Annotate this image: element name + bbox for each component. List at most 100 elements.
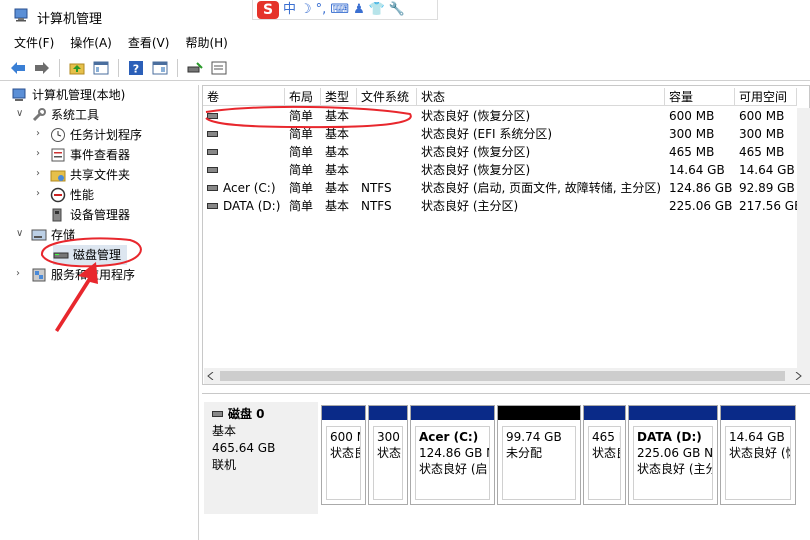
- table-row[interactable]: DATA (D:) 简单 基本 NTFS 状态良好 (主分区) 225.06 G…: [203, 197, 797, 215]
- sogou-logo-icon[interactable]: S: [257, 0, 279, 19]
- volume-layout: 简单: [289, 127, 314, 141]
- ime-moon-icon[interactable]: ☽: [300, 1, 312, 19]
- partition-block[interactable]: Acer (C:) 124.86 GB N 状态良好 (启: [410, 405, 495, 505]
- column-header-free-space[interactable]: 可用空间: [735, 88, 797, 106]
- ime-keyboard-icon[interactable]: ⌨: [330, 1, 349, 19]
- ime-punctuation-icon[interactable]: °,: [316, 1, 327, 19]
- volume-filesystem: NTFS: [361, 199, 392, 213]
- partition-bar: [721, 406, 795, 420]
- chevron-right-icon[interactable]: ›: [36, 188, 40, 199]
- partition-block[interactable]: 600 M 状态良: [321, 405, 366, 505]
- up-level-button[interactable]: [67, 58, 87, 78]
- ime-skin-icon[interactable]: 👕: [369, 1, 385, 19]
- volume-icon: [207, 184, 218, 191]
- volume-status: 状态良好 (EFI 系统分区): [421, 127, 553, 141]
- toolbar-separator: [177, 58, 178, 77]
- volume-layout: 简单: [289, 199, 314, 213]
- disk-connect-icon: [187, 61, 203, 72]
- partition-title: Acer (C:): [419, 430, 479, 444]
- tree-label: 存储: [51, 228, 76, 242]
- forward-button[interactable]: [32, 58, 52, 78]
- chevron-right-icon[interactable]: ›: [36, 128, 40, 139]
- tree-item-task-scheduler[interactable]: 任务计划程序: [50, 125, 142, 145]
- column-header-status[interactable]: 状态: [417, 88, 665, 106]
- menu-view[interactable]: 查看(V): [128, 33, 170, 53]
- menu-action[interactable]: 操作(A): [70, 33, 112, 53]
- scrollbar-thumb[interactable]: [220, 371, 785, 381]
- tree-item-event-viewer[interactable]: 事件查看器: [50, 145, 130, 165]
- volume-filesystem: NTFS: [361, 181, 392, 195]
- tree-item-performance[interactable]: 性能: [50, 185, 94, 205]
- table-row[interactable]: 简单 基本 状态良好 (恢复分区) 14.64 GB 14.64 GB: [203, 161, 797, 179]
- partition-block[interactable]: 300 状态良: [368, 405, 408, 505]
- tree-item-disk-management[interactable]: 磁盘管理: [53, 245, 128, 265]
- partition-bar: [584, 406, 625, 420]
- back-button[interactable]: [8, 58, 28, 78]
- table-row[interactable]: 简单 基本 状态良好 (恢复分区) 465 MB 465 MB: [203, 143, 797, 161]
- tree-item-shared-folders[interactable]: 共享文件夹: [50, 165, 130, 185]
- scroll-left-icon[interactable]: [207, 372, 215, 380]
- menu-help[interactable]: 帮助(H): [185, 33, 227, 53]
- column-header-layout[interactable]: 布局: [285, 88, 321, 106]
- tree-label: 性能: [70, 188, 95, 202]
- volume-capacity: 600 MB: [669, 109, 715, 123]
- column-header-volume[interactable]: 卷: [203, 88, 285, 106]
- chevron-right-icon[interactable]: ›: [16, 268, 20, 279]
- volume-capacity: 225.06 GB: [669, 199, 733, 213]
- navigation-tree: 计算机管理(本地) ∨ 系统工具 › 任务计划程序 › 事件查看器 › 共享文件…: [9, 85, 199, 540]
- disk-name: 磁盘 0: [228, 407, 265, 421]
- volume-filesystem: [361, 161, 417, 179]
- volume-icon: [207, 130, 218, 137]
- menu-file[interactable]: 文件(F): [14, 33, 54, 53]
- tree-item-storage[interactable]: 存储: [31, 225, 75, 245]
- volume-filesystem: [361, 143, 417, 161]
- ime-user-icon[interactable]: ♟: [353, 1, 365, 19]
- tree-item-device-manager[interactable]: 设备管理器: [50, 205, 130, 225]
- volume-name: Acer (C:): [223, 181, 276, 195]
- scroll-right-icon[interactable]: [794, 372, 802, 380]
- ime-toolbar[interactable]: S 中 ☽ °, ⌨ ♟ 👕 🔧: [252, 0, 438, 20]
- table-row[interactable]: 简单 基本 状态良好 (EFI 系统分区) 300 MB 300 MB: [203, 125, 797, 143]
- column-header-type[interactable]: 类型: [321, 88, 357, 106]
- disk-size: 465.64 GB: [212, 441, 276, 455]
- column-header-capacity[interactable]: 容量: [665, 88, 735, 106]
- partition-status: 状态良: [377, 446, 402, 460]
- content-pane: 卷 布局 类型 文件系统 状态 容量 可用空间 简单 基本 状态良好 (恢复分区…: [202, 85, 810, 540]
- help-button[interactable]: ?: [126, 58, 146, 78]
- volume-icon: [207, 202, 218, 209]
- connect-button[interactable]: [185, 58, 205, 78]
- vertical-scrollbar[interactable]: [797, 108, 810, 368]
- tree-item-computer-management[interactable]: 计算机管理(本地): [12, 85, 125, 105]
- table-row[interactable]: 简单 基本 状态良好 (恢复分区) 600 MB 600 MB: [203, 107, 797, 125]
- tree-item-system-tools[interactable]: 系统工具: [31, 105, 99, 125]
- volume-type: 基本: [325, 109, 350, 123]
- chevron-down-icon[interactable]: ∨: [16, 108, 23, 119]
- chevron-right-icon[interactable]: ›: [36, 168, 40, 179]
- partition-block[interactable]: 14.64 GB 状态良好 (恢: [720, 405, 796, 505]
- ime-tools-icon[interactable]: 🔧: [389, 1, 405, 19]
- volume-filesystem: [361, 125, 417, 143]
- show-hide-tree-button[interactable]: [91, 58, 111, 78]
- volume-capacity: 300 MB: [669, 127, 715, 141]
- partition-block[interactable]: 99.74 GB 未分配: [497, 405, 581, 505]
- volume-type: 基本: [325, 181, 350, 195]
- device-manager-icon: [52, 208, 62, 222]
- toolbar-separator: [118, 58, 119, 77]
- ime-chinese-mode[interactable]: 中: [283, 1, 296, 19]
- volume-name: DATA (D:): [223, 199, 281, 213]
- chevron-down-icon[interactable]: ∨: [16, 228, 23, 239]
- partition-block[interactable]: 465 I 状态良: [583, 405, 626, 505]
- table-row[interactable]: Acer (C:) 简单 基本 NTFS 状态良好 (启动, 页面文件, 故障转…: [203, 179, 797, 197]
- disk-info-panel[interactable]: 磁盘 0 基本 465.64 GB 联机: [204, 402, 318, 514]
- chevron-right-icon[interactable]: ›: [36, 148, 40, 159]
- tree-label: 设备管理器: [70, 208, 131, 222]
- horizontal-scrollbar[interactable]: [204, 368, 810, 384]
- tree-item-services-apps[interactable]: 服务和应用程序: [31, 265, 135, 285]
- properties-button[interactable]: [209, 58, 229, 78]
- action-pane-button[interactable]: [150, 58, 170, 78]
- column-header-filesystem[interactable]: 文件系统: [357, 88, 417, 106]
- volume-type: 基本: [325, 145, 350, 159]
- partition-block[interactable]: DATA (D:) 225.06 GB N 状态良好 (主分: [628, 405, 718, 505]
- partition-bar: [498, 406, 580, 420]
- toolbar: ?: [0, 55, 810, 81]
